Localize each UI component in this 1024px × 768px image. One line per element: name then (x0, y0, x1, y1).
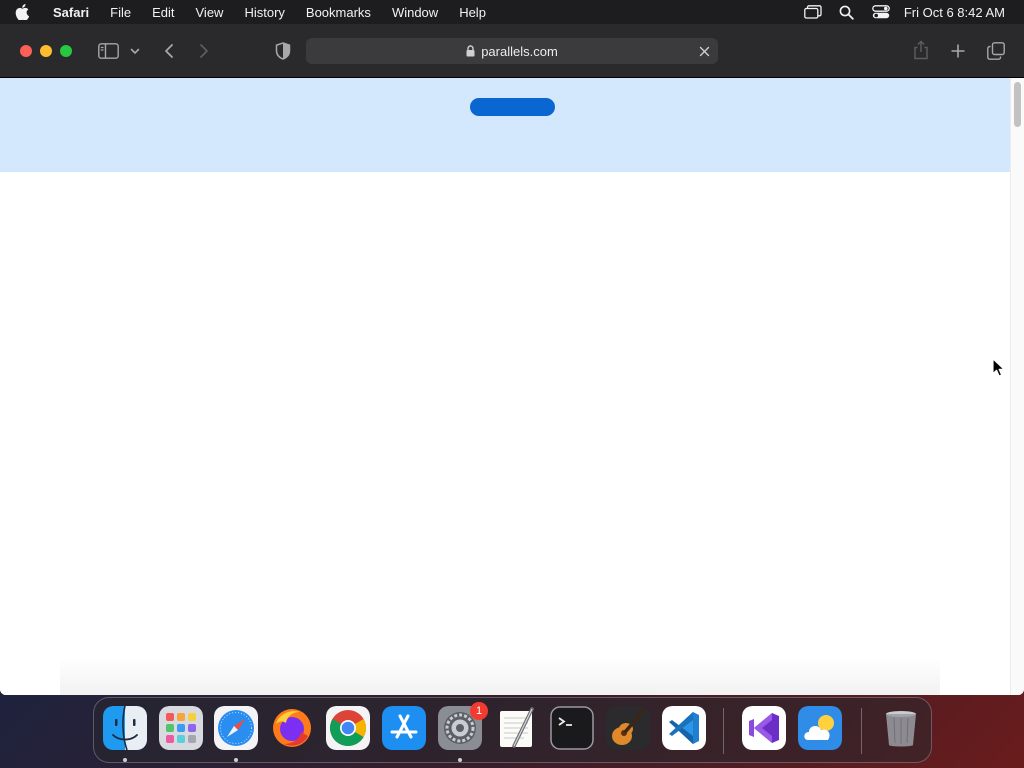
zoom-window-button[interactable] (60, 45, 72, 57)
system-settings-badge: 1 (470, 702, 488, 720)
menu-history[interactable]: History (244, 5, 284, 20)
tab-overview-icon[interactable] (985, 41, 1007, 61)
share-icon[interactable] (910, 39, 932, 61)
control-center-icon[interactable] (870, 3, 892, 21)
forward-icon[interactable] (195, 41, 213, 61)
dock-separator (723, 708, 724, 754)
web-page-content (0, 78, 1010, 695)
scrollbar-thumb[interactable] (1014, 82, 1021, 127)
screen-mirroring-icon[interactable] (802, 3, 824, 21)
dock-safari-icon[interactable] (214, 706, 258, 750)
menu-app-safari[interactable]: Safari (53, 5, 89, 20)
menu-bookmarks[interactable]: Bookmarks (306, 5, 371, 20)
dock-launchpad-icon[interactable] (159, 706, 203, 750)
sidebar-icon[interactable] (96, 41, 120, 61)
mouse-pointer-icon (992, 358, 1005, 377)
close-window-button[interactable] (20, 45, 32, 57)
menu-help[interactable]: Help (459, 5, 486, 20)
menu-window[interactable]: Window (392, 5, 438, 20)
dock-firefox-icon[interactable] (270, 706, 314, 750)
dock-visual-studio-icon[interactable] (742, 706, 786, 750)
menu-edit[interactable]: Edit (152, 5, 174, 20)
menu-bar: Safari File Edit View History Bookmarks … (0, 0, 1024, 24)
dock-garageband-icon[interactable] (606, 706, 650, 750)
address-bar[interactable]: parallels.com (306, 38, 718, 64)
page-banner (0, 78, 1010, 172)
dock-finder-icon[interactable] (103, 706, 147, 750)
dock-trash-icon[interactable] (879, 706, 923, 750)
privacy-shield-icon[interactable] (273, 41, 293, 61)
dock-textedit-icon[interactable] (494, 706, 538, 750)
page-fade (60, 658, 940, 695)
dock-app-store-icon[interactable] (382, 706, 426, 750)
dock-weather-icon[interactable] (798, 706, 842, 750)
menu-view[interactable]: View (196, 5, 224, 20)
dock-terminal-icon[interactable] (550, 706, 594, 750)
safari-window: parallels.com (0, 24, 1024, 695)
dock-separator-trash (861, 708, 862, 754)
dock-chrome-icon[interactable] (326, 706, 370, 750)
finder-running-indicator (123, 758, 127, 762)
banner-button[interactable] (470, 98, 555, 116)
safari-running-indicator (234, 758, 238, 762)
clear-address-icon[interactable] (697, 44, 711, 58)
vertical-scrollbar[interactable] (1010, 78, 1024, 695)
chevron-down-icon[interactable] (128, 41, 142, 61)
lock-icon (466, 45, 475, 57)
apple-menu-icon[interactable] (15, 4, 39, 20)
address-text: parallels.com (481, 43, 558, 59)
spotlight-search-icon[interactable] (836, 3, 858, 21)
minimize-window-button[interactable] (40, 45, 52, 57)
browser-toolbar: parallels.com (0, 24, 1024, 78)
dock: 1 (93, 697, 932, 763)
dock-vscode-icon[interactable] (662, 706, 706, 750)
back-icon[interactable] (160, 41, 178, 61)
new-tab-icon[interactable] (947, 41, 969, 61)
system-settings-running-indicator (458, 758, 462, 762)
menu-file[interactable]: File (110, 5, 131, 20)
menubar-clock[interactable]: Fri Oct 6 8:42 AM (904, 5, 1005, 20)
